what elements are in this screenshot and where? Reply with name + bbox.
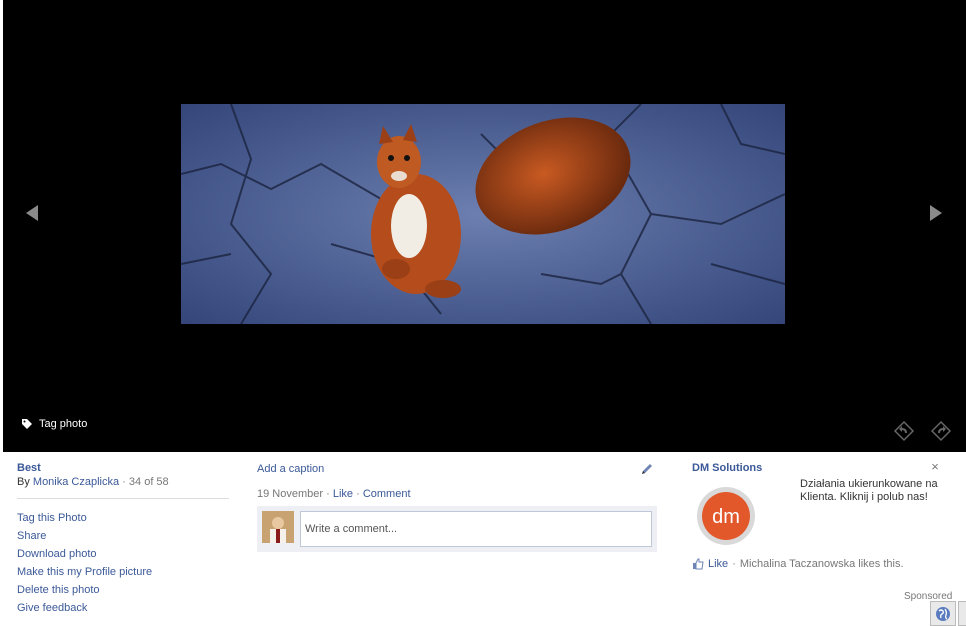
comment-link[interactable]: Comment: [363, 488, 411, 500]
share-link[interactable]: Share: [17, 527, 229, 545]
album-title[interactable]: Best: [17, 462, 229, 474]
ad-logo-text: dm: [712, 506, 740, 528]
ad-logo[interactable]: dm: [696, 486, 756, 546]
comment-input[interactable]: [300, 511, 652, 547]
ad-title[interactable]: DM Solutions: [692, 462, 950, 474]
chat-tab[interactable]: [958, 601, 966, 626]
rotate-right-icon[interactable]: [930, 420, 952, 442]
photo-date: 19 November: [257, 488, 324, 500]
byline-separator: ·: [122, 476, 126, 488]
photo-meta: 19 November · Like · Comment: [257, 488, 411, 500]
comment-box: [257, 506, 657, 552]
ad-social-context: Michalina Taczanowska likes this.: [739, 558, 904, 570]
photo-viewer: Tag photo: [3, 0, 966, 452]
tag-icon: [22, 419, 32, 429]
avatar: [262, 511, 294, 543]
comment-column: Add a caption 19 November · Like · Comme…: [257, 462, 657, 552]
give-feedback-link[interactable]: Give feedback: [17, 599, 229, 617]
photo-squirrel[interactable]: [181, 104, 785, 324]
photo-info-column: Best By Monika Czaplicka · 34 of 58 Tag …: [17, 462, 229, 617]
sponsored-ad: DM Solutions × dm Działania ukierunkowan…: [692, 460, 950, 570]
by-prefix: By: [17, 476, 30, 488]
next-arrow-icon[interactable]: [924, 201, 948, 225]
tag-photo-button[interactable]: Tag photo: [21, 418, 87, 430]
photo-actions: Tag this Photo Share Download photo Make…: [17, 509, 229, 617]
like-link[interactable]: Like: [333, 488, 353, 500]
download-photo-link[interactable]: Download photo: [17, 545, 229, 563]
divider: [17, 498, 229, 499]
ad-like-row: Like · Michalina Taczanowska likes this.: [692, 558, 942, 570]
add-caption-link[interactable]: Add a caption: [257, 463, 324, 475]
thumbs-up-icon: [693, 558, 704, 570]
caption-row: Add a caption: [257, 462, 657, 476]
author-link[interactable]: Monika Czaplicka: [33, 476, 119, 488]
tag-this-photo-link[interactable]: Tag this Photo: [17, 509, 229, 527]
prev-arrow-icon[interactable]: [20, 201, 44, 225]
ad-text[interactable]: Działania ukierunkowane na Klienta. Klik…: [800, 478, 940, 504]
delete-photo-link[interactable]: Delete this photo: [17, 581, 229, 599]
ad-like-link[interactable]: Like: [708, 558, 728, 570]
globe-icon[interactable]: [930, 601, 956, 626]
photo-position: 34 of 58: [128, 476, 169, 488]
close-icon[interactable]: ×: [929, 460, 941, 473]
rotate-left-icon[interactable]: [893, 420, 915, 442]
tag-photo-label: Tag photo: [39, 418, 88, 430]
photo-byline: By Monika Czaplicka · 34 of 58: [17, 476, 229, 488]
make-profile-picture-link[interactable]: Make this my Profile picture: [17, 563, 229, 581]
pencil-icon[interactable]: [640, 462, 654, 476]
